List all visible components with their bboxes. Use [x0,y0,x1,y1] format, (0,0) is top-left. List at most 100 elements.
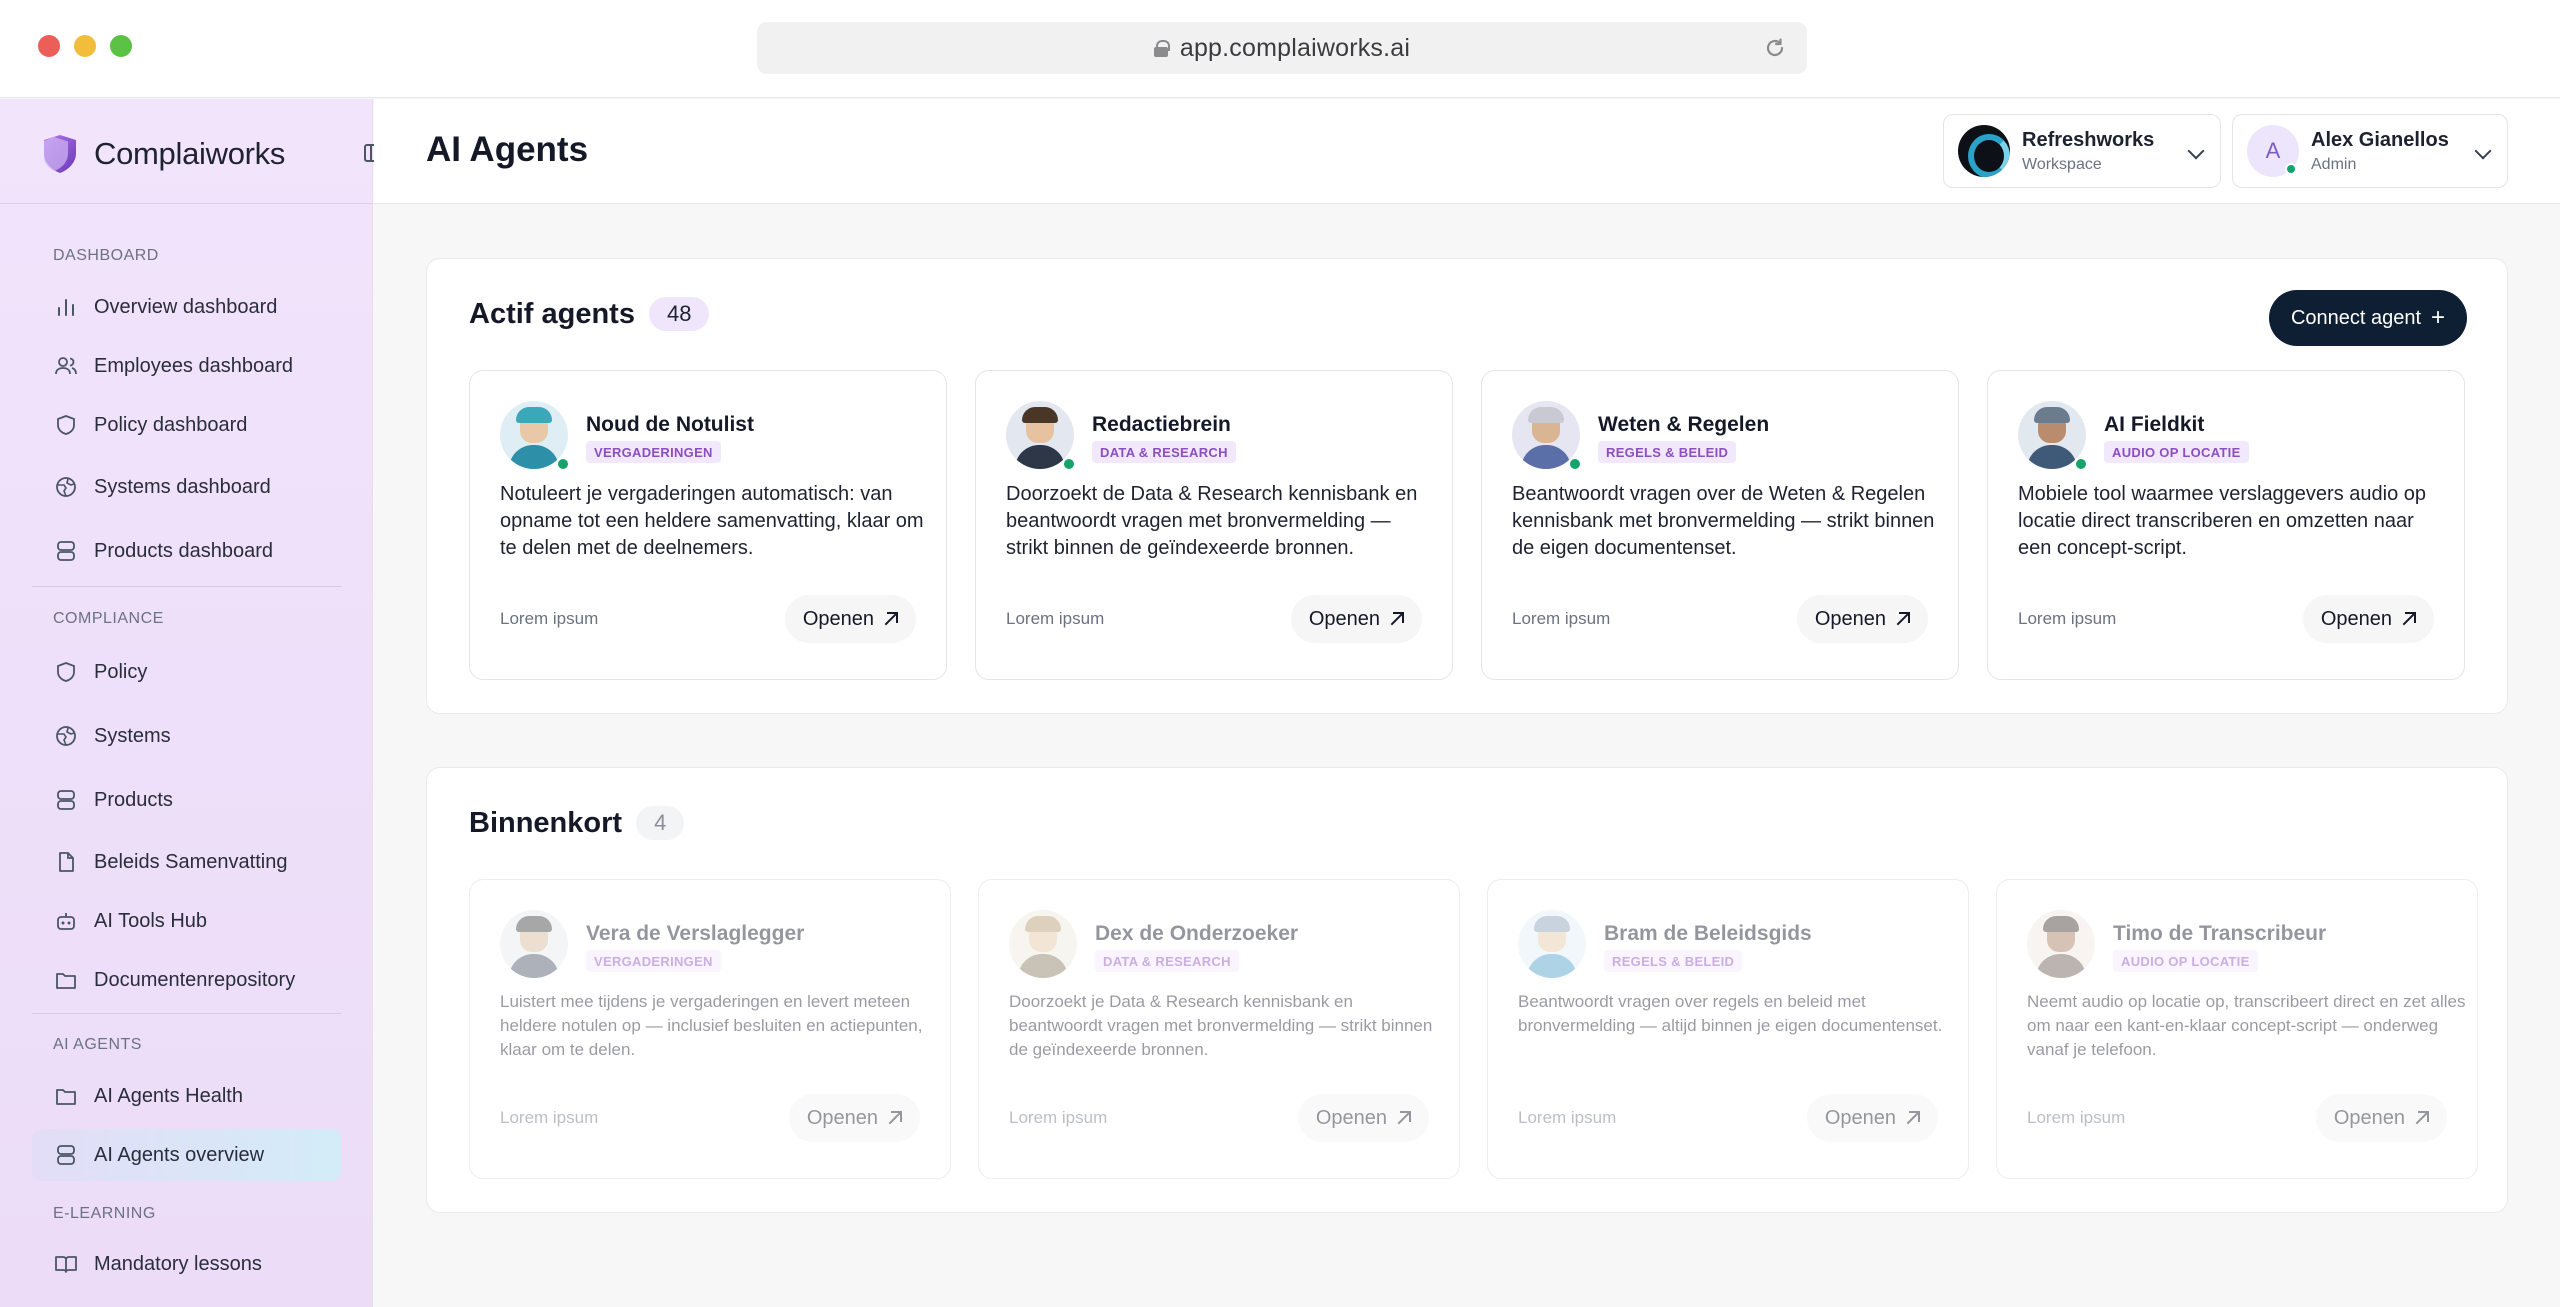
user-menu[interactable]: A Alex Gianellos Admin [2232,114,2508,188]
minimize-window-button[interactable] [74,35,96,57]
users-icon [54,354,78,378]
globe-icon [54,724,78,748]
database-icon [54,539,78,563]
sidebar-item-ai-agents-overview[interactable]: AI Agents overview [32,1129,341,1181]
count-badge: 48 [648,297,710,331]
active-agents-panel: Actif agents 48 Connect agent + Noud de … [426,258,2508,714]
close-window-button[interactable] [38,35,60,57]
database-icon [54,1143,78,1167]
sidebar-item-products-dashboard[interactable]: Products dashboard [32,525,341,577]
arrow-up-right-icon [884,612,898,626]
agent-description: Mobiele tool waarmee verslaggevers audio… [2018,483,2427,559]
url-text: app.complaiworks.ai [1179,33,1411,62]
agent-name: Dex de Onderzoeker [1095,922,1299,945]
agent-name: Noud de Notulist [586,413,754,436]
sidebar-item-employees-dashboard[interactable]: Employees dashboard [32,340,341,392]
open-button: Openen [2315,1094,2447,1142]
sidebar-item-ai-tools-hub[interactable]: AI Tools Hub [32,895,341,947]
workspace-label: Workspace [2022,155,2102,173]
agent-card[interactable]: AI Fieldkit AUDIO OP LOCATIE Mobiele too… [1987,370,2465,680]
maximize-window-button[interactable] [110,35,132,57]
open-button[interactable]: Openen [1290,595,1422,643]
agent-avatar [500,910,568,978]
open-button[interactable]: Openen [2302,595,2434,643]
agent-footer-text: Lorem ipsum [2018,609,2117,628]
agent-footer-text: Lorem ipsum [1009,1108,1108,1127]
bar-chart-icon [54,295,78,319]
agent-card[interactable]: Weten & Regelen REGELS & BELEID Beantwoo… [1481,370,1959,680]
sidebar-item-policy-dashboard[interactable]: Policy dashboard [32,399,341,451]
database-icon [54,788,78,812]
shield-icon [54,660,78,684]
count-badge: 4 [636,806,685,840]
section-title: Actif agents [469,297,635,330]
section-header: Actif agents 48 [469,297,710,331]
sidebar-item-systems[interactable]: Systems [32,710,341,762]
sidebar-item-policy[interactable]: Policy [32,646,341,698]
agent-category-tag: REGELS & BELEID [1604,950,1743,972]
agent-category-tag: VERGADERINGEN [586,441,721,463]
sidebar-item-overview-dashboard[interactable]: Overview dashboard [32,281,341,333]
sidebar-item-beleids-samenvatting[interactable]: Beleids Samenvatting [32,836,341,888]
reload-icon[interactable] [1763,36,1787,60]
agent-name: Redactiebrein [1092,413,1231,436]
agent-footer-text: Lorem ipsum [1512,609,1611,628]
brand-name: Complaiworks [94,136,286,171]
section-header: Binnenkort 4 [469,806,685,840]
workspace-name: Refreshworks [2022,128,2155,151]
agent-card: Dex de Onderzoeker DATA & RESEARCH Doorz… [978,879,1460,1179]
agent-avatar [1009,910,1077,978]
browser-chrome: app.complaiworks.ai [0,0,2560,98]
sidebar-item-systems-dashboard[interactable]: Systems dashboard [32,461,341,513]
user-name: Alex Gianellos [2311,128,2449,151]
arrow-up-right-icon [1906,1111,1920,1125]
agent-category-tag: REGELS & BELEID [1598,441,1737,463]
agent-name: Weten & Regelen [1598,413,1770,436]
arrow-up-right-icon [1390,612,1404,626]
online-status-dot [2074,457,2088,471]
agent-description: Doorzoekt je Data & Research kennisbank … [1009,992,1433,1059]
agent-footer-text: Lorem ipsum [1518,1108,1617,1127]
agent-category-tag: DATA & RESEARCH [1092,441,1236,463]
sidebar-divider [32,586,341,587]
sidebar-item-products[interactable]: Products [32,774,341,826]
workspace-logo [1958,125,2010,177]
chevron-down-icon [2187,142,2205,160]
section-label-ai-agents: AI AGENTS [53,1036,142,1053]
agent-avatar [2027,910,2095,978]
agent-category-tag: AUDIO OP LOCATIE [2104,441,2249,463]
arrow-up-right-icon [2402,612,2416,626]
section-label-e-learning: E-LEARNING [53,1205,156,1222]
arrow-up-right-icon [888,1111,902,1125]
agent-card: Bram de Beleidsgids REGELS & BELEID Bean… [1487,879,1969,1179]
agent-footer-text: Lorem ipsum [500,1108,599,1127]
connect-agent-button[interactable]: Connect agent + [2269,290,2467,346]
agent-avatar [1518,910,1586,978]
folder-icon [54,1084,78,1108]
open-button: Openen [1806,1094,1938,1142]
plus-icon: + [2431,304,2446,331]
open-button[interactable]: Openen [1796,595,1928,643]
agent-card[interactable]: Redactiebrein DATA & RESEARCH Doorzoekt … [975,370,1453,680]
sidebar-item-documentenrepository[interactable]: Documentenrepository [32,954,341,1006]
agent-description: Luistert mee tijdens je vergaderingen en… [500,992,923,1059]
brand-logo[interactable]: Complaiworks [40,134,285,174]
arrow-up-right-icon [2415,1111,2429,1125]
agent-name: Vera de Verslaglegger [586,922,805,945]
sidebar-item-ai-agents-health[interactable]: AI Agents Health [32,1070,341,1122]
online-status-dot [556,457,570,471]
agent-category-tag: VERGADERINGEN [586,950,721,972]
sidebar-divider [32,1013,341,1014]
agent-card[interactable]: Noud de Notulist VERGADERINGEN Notuleert… [469,370,947,680]
agent-card: Vera de Verslaglegger VERGADERINGEN Luis… [469,879,951,1179]
online-status-dot [1568,457,1582,471]
workspace-switcher[interactable]: Refreshworks Workspace [1943,114,2221,188]
online-status-dot [1062,457,1076,471]
sidebar-item-mandatory-lessons[interactable]: Mandatory lessons [32,1238,341,1290]
page-title: AI Agents [426,130,589,169]
arrow-up-right-icon [1397,1111,1411,1125]
section-title: Binnenkort [469,806,623,839]
agent-category-tag: DATA & RESEARCH [1095,950,1239,972]
open-button[interactable]: Openen [784,595,916,643]
address-bar[interactable]: app.complaiworks.ai [757,22,1807,74]
